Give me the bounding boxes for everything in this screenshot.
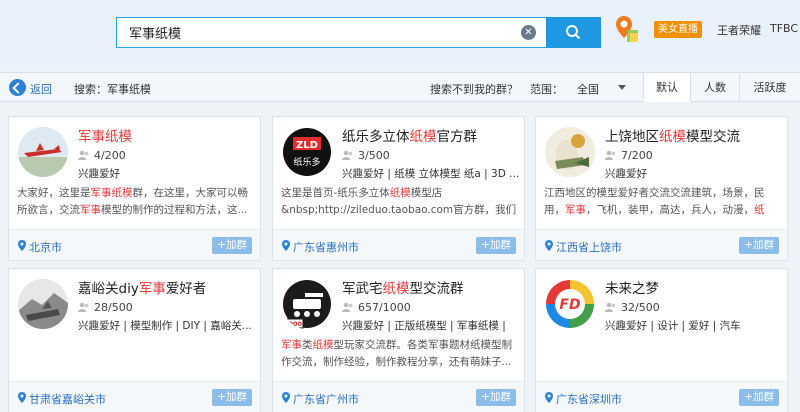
group-card[interactable]: 1000 军武宅纸模型交流群 657/1000 兴趣爱好 | 正版纸模型 | 军… [272, 268, 525, 412]
group-tags: 兴趣爱好 | 纸模 立体模型 纸a | 3D ... [342, 168, 520, 180]
group-card[interactable]: 上饶地区纸模模型交流 7/200 兴趣爱好 江西地区的模型爱好者交流交流建筑，场… [535, 116, 788, 261]
card-footer: 甘肃省嘉峪关市 +加群 [9, 381, 260, 412]
group-avatar[interactable] [18, 279, 68, 329]
svg-text:纸乐多: 纸乐多 [293, 156, 320, 168]
cant-find-group-link[interactable]: 搜索不到我的群？ [430, 81, 518, 97]
search-icon [566, 25, 581, 40]
member-count: 32/500 [605, 301, 660, 314]
group-location[interactable]: 广东省惠州市 [293, 239, 359, 255]
group-title[interactable]: 未来之梦 [605, 277, 659, 297]
location-pin-icon [18, 392, 26, 403]
group-location[interactable]: 甘肃省嘉峪关市 [29, 391, 106, 407]
group-title[interactable]: 纸乐多立体纸模官方群 [342, 125, 477, 145]
location-pin-icon [282, 240, 290, 251]
group-title[interactable]: 军事纸模 [78, 125, 132, 145]
range-label: 范围： [530, 83, 563, 96]
group-avatar[interactable] [545, 127, 595, 177]
member-count: 7/200 [605, 149, 653, 162]
group-card[interactable]: 军事纸模 4/200 兴趣爱好 大家好，这里是军事纸模群，在这里，大家可以畅所欲… [8, 116, 261, 261]
join-group-button[interactable]: +加群 [476, 237, 516, 254]
group-location[interactable]: 广东省深圳市 [556, 391, 622, 407]
location-pin-icon [545, 240, 553, 251]
search-summary: 搜索：军事纸模 [74, 83, 151, 96]
join-group-button[interactable]: +加群 [212, 389, 252, 406]
members-icon [78, 150, 89, 160]
group-location[interactable]: 江西省上饶市 [556, 239, 622, 255]
map-location-icon[interactable] [614, 14, 640, 44]
location-pin-icon [545, 392, 553, 403]
region-select[interactable]: 全国 [577, 81, 599, 97]
search-button[interactable] [546, 17, 601, 48]
join-group-button[interactable]: +加群 [739, 389, 779, 406]
members-icon [78, 302, 89, 312]
group-avatar[interactable]: FD [545, 279, 595, 329]
location-pin-icon [18, 240, 26, 251]
group-title[interactable]: 嘉峪关diy军事爱好者 [78, 277, 206, 297]
tab-sort-default[interactable]: 默认 [643, 73, 690, 102]
group-tags: 兴趣爱好 | 正版纸模型 | 军事纸模 | [342, 320, 506, 332]
search-box: ✕ [116, 17, 601, 48]
group-description [544, 337, 780, 373]
group-avatar[interactable] [18, 127, 68, 177]
group-location[interactable]: 北京市 [29, 239, 62, 255]
chevron-down-icon[interactable] [618, 85, 626, 90]
clear-search-icon[interactable]: ✕ [521, 25, 536, 40]
card-footer: 广东省深圳市 +加群 [536, 381, 787, 412]
group-card[interactable]: FD 未来之梦 32/500 兴趣爱好 | 设计 | 爱好 | 汽车 广东省深圳… [535, 268, 788, 412]
svg-text:FD: FD [559, 297, 580, 313]
svg-text:1000: 1000 [284, 320, 303, 328]
top-link-tfbc[interactable]: TFBC [770, 22, 798, 35]
member-count: 28/500 [78, 301, 133, 314]
filter-bar: 返回 搜索：军事纸模 搜索不到我的群？ 范围： 全国 默认 人数 活跃度 [0, 72, 800, 102]
group-tags: 兴趣爱好 | 模型制作 | DIY | 嘉峪关... [78, 320, 252, 332]
group-description: 这里是首页-纸乐多立体纸模模型店&nbsp;http://zileduo.tao… [281, 187, 517, 216]
group-avatar[interactable]: 1000 [282, 279, 332, 329]
members-icon [342, 302, 353, 312]
top-link-game[interactable]: 王者荣耀 [717, 22, 761, 38]
group-title[interactable]: 军武宅纸模型交流群 [342, 277, 464, 297]
group-description: 军事类纸模型玩家交流群。各类军事题材纸模型制作交流，制作经验，制作教程分享，还有… [281, 339, 512, 368]
join-group-button[interactable]: +加群 [739, 237, 779, 254]
group-description: 江西地区的模型爱好者交流交流建筑，场景，民用，军事，飞机，装甲，高达，兵人，动漫… [544, 187, 765, 216]
group-card[interactable]: ZLD 纸乐多 纸乐多立体纸模官方群 3/500 兴趣爱好 | 纸模 立体模型 … [272, 116, 525, 261]
top-bar: ✕ 美女直播 王者荣耀 TFBC [0, 0, 800, 68]
tab-sort-members[interactable]: 人数 [690, 73, 739, 102]
card-footer: 北京市 +加群 [9, 229, 260, 260]
back-link[interactable]: 返回 [30, 81, 52, 97]
members-icon [605, 150, 616, 160]
join-group-button[interactable]: +加群 [476, 389, 516, 406]
group-avatar[interactable]: ZLD 纸乐多 [282, 127, 332, 177]
member-count: 3/500 [342, 149, 390, 162]
member-count: 657/1000 [342, 301, 411, 314]
live-stream-badge[interactable]: 美女直播 [654, 21, 702, 38]
group-card[interactable]: 嘉峪关diy军事爱好者 28/500 兴趣爱好 | 模型制作 | DIY | 嘉… [8, 268, 261, 412]
svg-text:ZLD: ZLD [296, 140, 318, 151]
group-description [17, 337, 253, 373]
join-group-button[interactable]: +加群 [212, 237, 252, 254]
card-footer: 广东省广州市 +加群 [273, 381, 524, 412]
members-icon [342, 150, 353, 160]
search-input[interactable] [117, 18, 547, 47]
group-tags: 兴趣爱好 | 设计 | 爱好 | 汽车 [605, 320, 741, 332]
group-tags: 兴趣爱好 [605, 168, 647, 180]
group-description: 大家好，这里是军事纸模群，在这里，大家可以畅所欲言，交流军事模型的制作的过程和方… [17, 187, 248, 216]
group-title[interactable]: 上饶地区纸模模型交流 [605, 125, 740, 145]
card-footer: 广东省惠州市 +加群 [273, 229, 524, 260]
back-arrow-icon[interactable] [9, 79, 26, 96]
location-pin-icon [282, 392, 290, 403]
group-tags: 兴趣爱好 [78, 168, 120, 180]
group-location[interactable]: 广东省广州市 [293, 391, 359, 407]
member-count: 4/200 [78, 149, 126, 162]
members-icon [605, 302, 616, 312]
tab-sort-activity[interactable]: 活跃度 [739, 73, 800, 102]
card-footer: 江西省上饶市 +加群 [536, 229, 787, 260]
